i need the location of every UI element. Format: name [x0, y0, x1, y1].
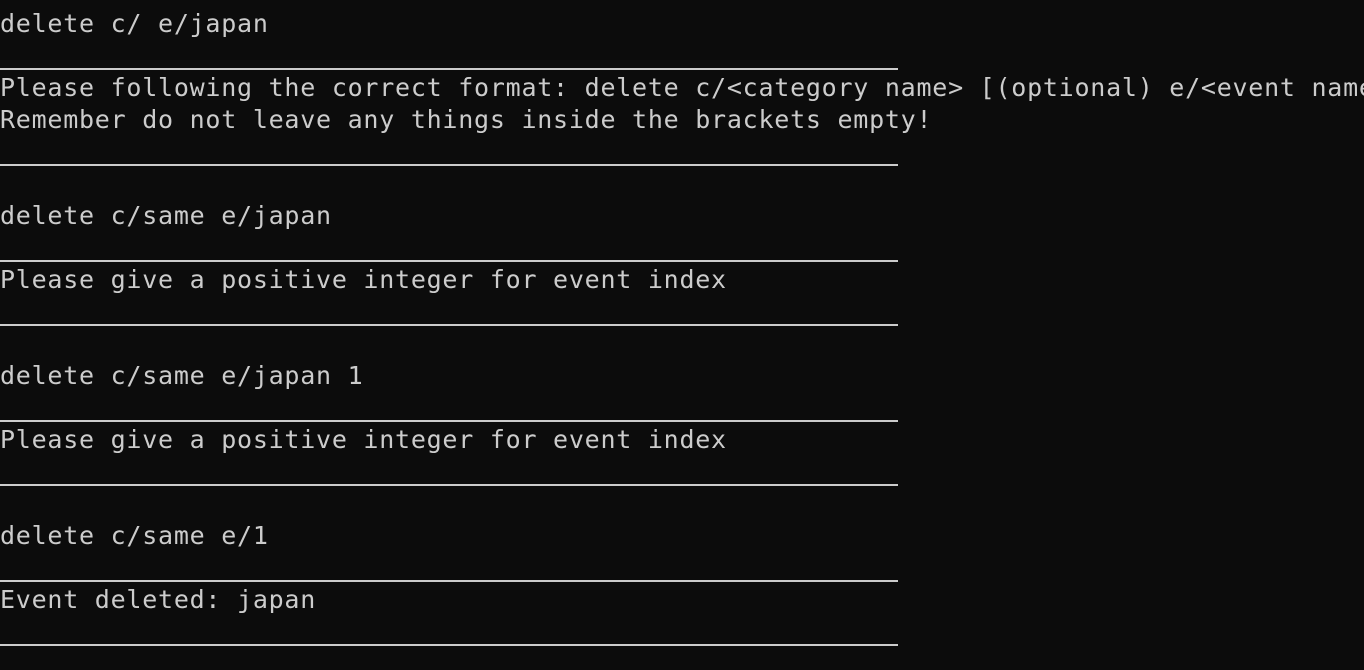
terminal-output[interactable]: delete c/ e/japan Please following the c…: [0, 0, 1364, 670]
command-line: delete c/same e/japan 1: [0, 361, 364, 390]
command-line: delete c/same e/1: [0, 521, 269, 550]
separator-line: [0, 260, 898, 262]
output-line: Remember do not leave any things inside …: [0, 105, 933, 134]
separator-line: [0, 644, 898, 646]
command-line: delete c/same e/japan: [0, 201, 332, 230]
separator-line: [0, 324, 898, 326]
separator-line: [0, 580, 898, 582]
output-line: Event deleted: japan: [0, 585, 317, 614]
separator-line: [0, 68, 898, 70]
separator-line: [0, 420, 898, 422]
command-line: delete c/ e/japan: [0, 9, 269, 38]
output-line: Please following the correct format: del…: [0, 73, 1364, 102]
separator-line: [0, 484, 898, 486]
output-line: Please give a positive integer for event…: [0, 265, 727, 294]
separator-line: [0, 164, 898, 166]
output-line: Please give a positive integer for event…: [0, 425, 727, 454]
